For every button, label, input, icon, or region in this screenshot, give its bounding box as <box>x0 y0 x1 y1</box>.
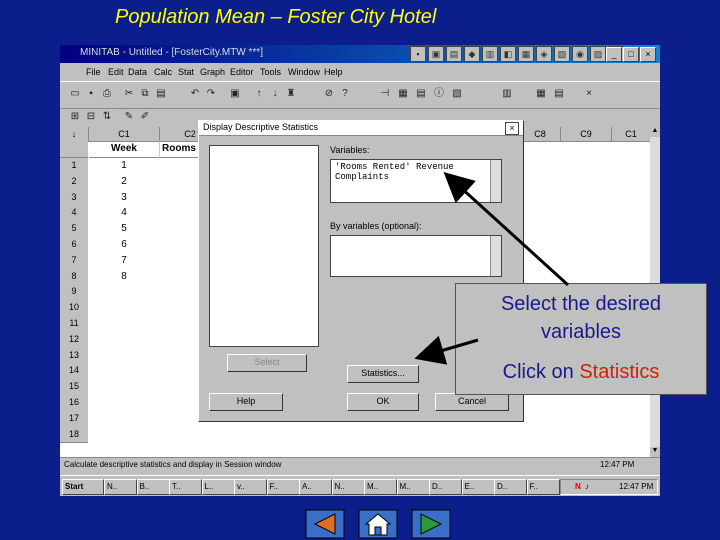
arrow-to-variables <box>443 171 570 287</box>
callout-arrows <box>414 171 570 365</box>
prev-slide-button[interactable] <box>305 509 345 539</box>
home-slide-button[interactable] <box>358 509 398 539</box>
arrow-to-statistics <box>414 335 479 365</box>
next-slide-button[interactable] <box>411 509 451 539</box>
